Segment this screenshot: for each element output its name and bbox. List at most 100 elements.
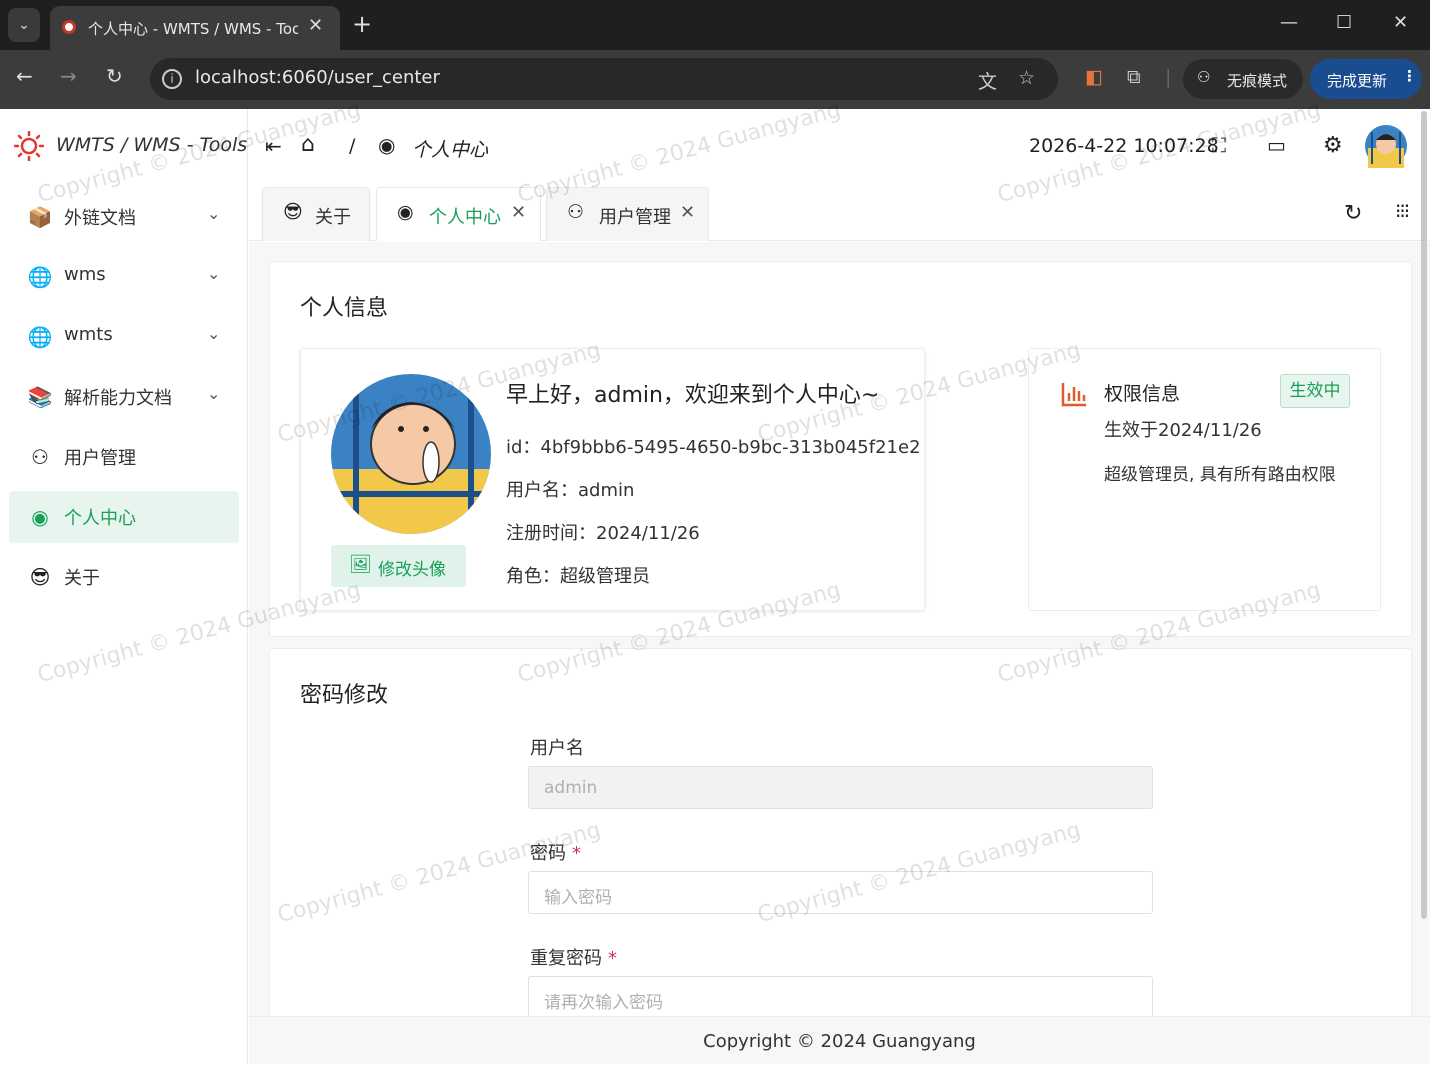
user-circle-icon: ◉	[378, 133, 396, 157]
avatar[interactable]	[1364, 124, 1408, 168]
password-field-label: 密码 *	[530, 839, 581, 865]
user-username: 用户名：admin	[506, 480, 635, 501]
status-badge: 生效中	[1280, 374, 1350, 408]
user-registered-date: 注册时间：2024/11/26	[506, 523, 700, 544]
permission-card: 权限信息 生效中 生效于2024/11/26 超级管理员, 具有所有路由权限	[1028, 348, 1381, 611]
sidebar: WMTS / WMS - Tools 📦 外链文档 ⌄ 🌐 wms ⌄ 🌐 wm…	[0, 109, 248, 1064]
sidebar-item-wmts[interactable]: 🌐 wmts ⌄	[9, 311, 239, 363]
users-icon: ⚇	[31, 445, 49, 469]
home-icon[interactable]: ⌂	[301, 132, 315, 157]
user-role: 角色：超级管理员	[506, 566, 650, 587]
more-menu-icon[interactable]: ⋮	[1402, 67, 1417, 85]
sidebar-item-capability-docs[interactable]: 📚 解析能力文档 ⌄	[9, 371, 239, 423]
page-scrollbar[interactable]	[1420, 109, 1428, 919]
incognito-label: 无痕模式	[1227, 72, 1288, 90]
sidebar-item-user-center[interactable]: ◉ 个人中心	[9, 491, 239, 543]
section-title: 密码修改	[300, 683, 389, 708]
tab-about[interactable]: 😎 关于	[262, 187, 370, 241]
close-icon[interactable]: ✕	[511, 202, 526, 223]
bookmark-star-icon[interactable]: ☆	[1018, 67, 1035, 89]
browser-tab-title: 个人中心 - WMTS / WMS - Tools	[88, 20, 298, 38]
tab-label: 用户管理	[599, 207, 671, 228]
required-mark: *	[608, 948, 617, 969]
chevron-down-icon: ⌄	[207, 264, 221, 283]
repeat-password-placeholder: 请再次输入密码	[544, 993, 663, 1013]
repeat-password-input[interactable]: 请再次输入密码	[528, 976, 1153, 1017]
password-placeholder: 输入密码	[544, 888, 612, 908]
username-field-label: 用户名	[530, 738, 584, 759]
extension-icon[interactable]: ◧	[1085, 66, 1103, 88]
permission-description: 超级管理员, 具有所有路由权限	[1104, 465, 1336, 485]
update-label: 完成更新	[1327, 72, 1388, 90]
back-icon[interactable]: ←	[16, 64, 33, 88]
sidebar-item-label: 关于	[64, 568, 100, 589]
url-text[interactable]: localhost:6060/user_center	[195, 67, 440, 88]
sidebar-item-user-management[interactable]: ⚇ 用户管理	[9, 431, 239, 483]
incognito-icon: ⚇	[1197, 68, 1211, 86]
close-icon[interactable]: ✕	[680, 202, 695, 223]
collapse-sidebar-icon[interactable]: ⇤	[265, 134, 282, 158]
close-tab-icon[interactable]: ✕	[308, 15, 323, 36]
laptop-icon[interactable]: ▭	[1267, 133, 1286, 157]
sidebar-item-wms[interactable]: 🌐 wms ⌄	[9, 251, 239, 303]
sidebar-item-label: 用户管理	[64, 448, 136, 469]
tab-label: 个人中心	[429, 207, 501, 228]
bar-chart-icon	[1061, 383, 1086, 407]
update-button[interactable]: 完成更新 ⋮	[1310, 59, 1422, 99]
password-label-text: 密码	[530, 843, 566, 864]
window-close-icon[interactable]: ✕	[1393, 12, 1408, 33]
incognito-indicator[interactable]: ⚇ 无痕模式	[1183, 59, 1303, 99]
extensions-puzzle-icon[interactable]: ⧉	[1127, 66, 1141, 88]
sunglasses-icon: 😎	[283, 201, 303, 223]
globe-wms-icon: 🌐	[27, 265, 53, 289]
permission-title: 权限信息	[1104, 383, 1181, 405]
password-section: 密码修改 用户名 admin 密码 * 输入密码 重复密码 * 请再次输入密码	[269, 648, 1412, 1017]
scrollbar-thumb[interactable]	[1421, 111, 1427, 919]
sidebar-item-label: 解析能力文档	[64, 388, 172, 409]
greeting-text: 早上好，admin，欢迎来到个人中心~	[506, 383, 880, 408]
change-avatar-button[interactable]: 🖼 修改头像	[331, 545, 466, 587]
chevron-down-icon: ⌄	[207, 324, 221, 343]
repeat-label-text: 重复密码	[530, 948, 602, 969]
gear-icon[interactable]: ⚙	[1323, 133, 1343, 158]
page-footer: Copyright © 2024 Guangyang	[249, 1016, 1430, 1064]
tab-search-button[interactable]: ⌄	[8, 8, 40, 42]
tab-user-management[interactable]: ⚇ 用户管理 ✕	[546, 187, 709, 241]
fullscreen-icon[interactable]: ⛶	[1212, 133, 1226, 157]
maximize-icon[interactable]: ☐	[1336, 12, 1352, 33]
minimize-icon[interactable]: —	[1280, 12, 1298, 33]
browser-toolbar: ← → ↻ i localhost:6060/user_center 文 ☆ ◧…	[0, 50, 1430, 109]
folder-docs-icon: 📦	[27, 205, 53, 229]
user-id: id：4bf9bbb6-5495-4650-b9bc-313b045f21e2	[506, 437, 921, 458]
forward-icon[interactable]: →	[60, 64, 77, 88]
repeat-password-field-label: 重复密码 *	[530, 944, 617, 970]
new-tab-button[interactable]: +	[352, 10, 372, 38]
top-header: ⇤ ⌂ / ◉ 个人中心 2026-4-22 10:07:28 ⛶ ▭ ⚙	[249, 109, 1430, 181]
user-info-card: 🖼 修改头像 早上好，admin，欢迎来到个人中心~ id：4bf9bbb6-5…	[300, 348, 925, 611]
chevron-down-icon: ⌄	[207, 204, 221, 223]
toolbar-divider: |	[1165, 66, 1172, 88]
breadcrumb-current: 个人中心	[412, 139, 489, 161]
password-input[interactable]: 输入密码	[528, 871, 1153, 914]
sidebar-item-about[interactable]: 😎 关于	[9, 551, 239, 603]
user-circle-icon: ◉	[31, 505, 49, 529]
sun-logo-icon	[14, 131, 44, 161]
user-avatar-large	[331, 374, 491, 534]
address-bar[interactable]: i localhost:6060/user_center 文 ☆	[150, 58, 1058, 100]
sidebar-item-external-docs[interactable]: 📦 外链文档 ⌄	[9, 191, 239, 243]
page-tabs-bar: 😎 关于 ◉ 个人中心 ✕ ⚇ 用户管理 ✕ ↻ ⁝⁝⁝	[249, 181, 1430, 241]
grid-menu-icon[interactable]: ⁝⁝⁝	[1395, 199, 1410, 223]
chevron-down-icon: ⌄	[207, 384, 221, 403]
reload-icon[interactable]: ↻	[106, 64, 123, 88]
translate-icon[interactable]: 文	[978, 67, 997, 94]
profile-section: 个人信息 🖼 修改头像 早上好，admin，欢迎来到个人中心~ id：4bf9b…	[269, 261, 1412, 637]
tab-user-center[interactable]: ◉ 个人中心 ✕	[376, 187, 541, 241]
browser-tab[interactable]: 个人中心 - WMTS / WMS - Tools ✕	[50, 6, 340, 50]
permission-effective-date: 生效于2024/11/26	[1104, 420, 1262, 441]
sidebar-item-label: 个人中心	[64, 508, 136, 529]
books-icon: 📚	[27, 385, 53, 409]
users-icon: ⚇	[567, 201, 585, 223]
site-info-icon[interactable]: i	[162, 69, 182, 89]
refresh-icon[interactable]: ↻	[1344, 201, 1362, 226]
user-circle-icon: ◉	[397, 201, 414, 223]
